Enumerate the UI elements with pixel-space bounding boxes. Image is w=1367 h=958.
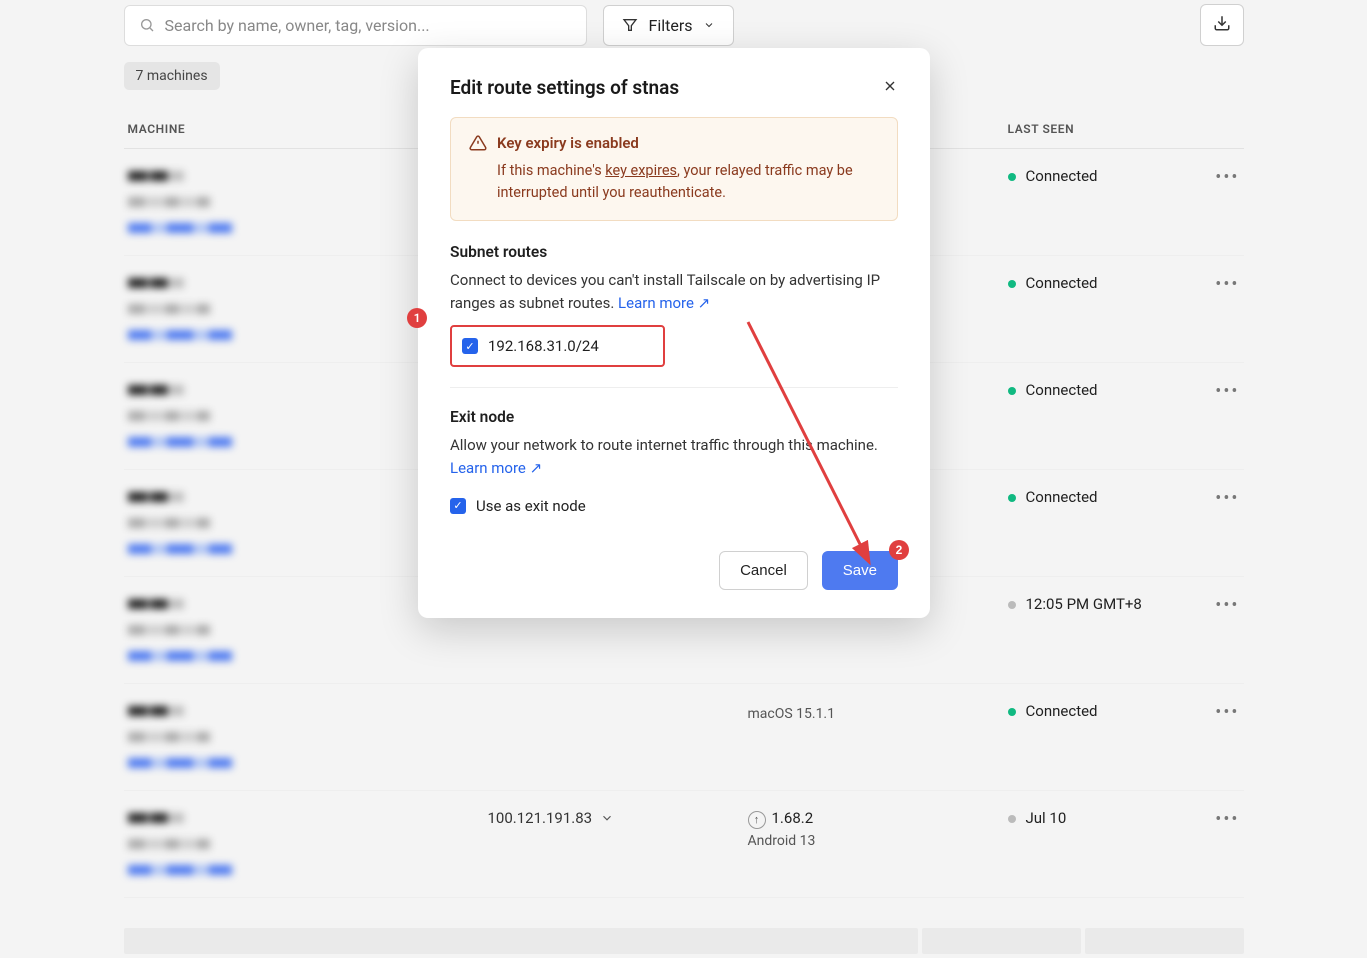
- status-text: Connected: [1026, 167, 1098, 185]
- row-actions-button[interactable]: •••: [1184, 684, 1244, 791]
- row-actions-button[interactable]: •••: [1184, 363, 1244, 470]
- chevron-down-icon: [703, 19, 715, 31]
- status-dot: [1008, 173, 1016, 181]
- subnet-route-checkbox[interactable]: ✓: [462, 338, 478, 354]
- status-dot: [1008, 494, 1016, 502]
- close-button[interactable]: [882, 78, 898, 98]
- status-text: 12:05 PM GMT+8: [1026, 595, 1142, 613]
- chevron-down-icon: [600, 811, 614, 825]
- version-sub: Android 13: [748, 833, 1000, 849]
- version-sub: macOS 15.1.1: [748, 706, 1000, 722]
- row-actions-button[interactable]: •••: [1184, 149, 1244, 256]
- table-row: 100.121.191.83 ↑1.68.2 Android 13 Jul 10 ••…: [124, 791, 1244, 898]
- warning-icon: [469, 134, 487, 152]
- exit-node-checkbox[interactable]: ✓: [450, 498, 466, 514]
- filters-label: Filters: [648, 16, 692, 35]
- filters-button[interactable]: Filters: [603, 5, 733, 46]
- version-cell: ↑1.68.2: [748, 809, 1000, 829]
- row-actions-button[interactable]: •••: [1184, 577, 1244, 684]
- search-input[interactable]: Search by name, owner, tag, version...: [124, 5, 588, 46]
- search-icon: [139, 17, 155, 33]
- machine-count-chip: 7 machines: [124, 62, 220, 90]
- row-actions-button[interactable]: •••: [1184, 470, 1244, 577]
- divider: [450, 387, 898, 388]
- cancel-button[interactable]: Cancel: [719, 551, 808, 590]
- save-button[interactable]: Save 2: [822, 551, 898, 590]
- search-placeholder: Search by name, owner, tag, version...: [165, 16, 430, 35]
- status-dot: [1008, 280, 1016, 288]
- status-dot: [1008, 387, 1016, 395]
- key-expires-link[interactable]: key expires: [605, 162, 677, 179]
- subnet-desc: Connect to devices you can't install Tai…: [450, 269, 898, 316]
- status-text: Connected: [1026, 488, 1098, 506]
- subnet-title: Subnet routes: [450, 243, 898, 261]
- edit-route-modal: Edit route settings of stnas Key expiry …: [418, 48, 930, 618]
- status-text: Connected: [1026, 274, 1098, 292]
- modal-title: Edit route settings of stnas: [450, 76, 679, 99]
- status-text: Connected: [1026, 381, 1098, 399]
- exit-node-label: Use as exit node: [476, 497, 586, 515]
- col-last-seen: LAST SEEN: [1004, 110, 1184, 149]
- status-dot: [1008, 601, 1016, 609]
- exit-learn-more-link[interactable]: Learn more ↗: [450, 459, 542, 477]
- warning-title: Key expiry is enabled: [497, 134, 639, 152]
- annotation-badge-1: 1: [407, 308, 427, 328]
- address-cell[interactable]: 100.121.191.83: [488, 809, 740, 827]
- download-icon: [1213, 14, 1231, 32]
- table-row: macOS 15.1.1 Connected •••: [124, 684, 1244, 791]
- close-icon: [882, 78, 898, 94]
- update-available-icon: ↑: [748, 811, 766, 829]
- exit-desc: Allow your network to route internet tra…: [450, 434, 898, 481]
- exit-title: Exit node: [450, 408, 898, 426]
- status-dot: [1008, 708, 1016, 716]
- download-button[interactable]: [1200, 4, 1244, 46]
- status-text: Jul 10: [1026, 809, 1067, 827]
- subnet-learn-more-link[interactable]: Learn more ↗: [618, 294, 710, 312]
- annotation-badge-2: 2: [889, 540, 909, 560]
- warning-body: If this machine's key expires, your rela…: [497, 160, 879, 204]
- row-actions-button[interactable]: •••: [1184, 791, 1244, 898]
- subnet-route-highlight: ✓ 192.168.31.0/24: [450, 325, 665, 367]
- warning-box: Key expiry is enabled If this machine's …: [450, 117, 898, 221]
- filter-icon: [622, 17, 638, 33]
- status-dot: [1008, 815, 1016, 823]
- row-actions-button[interactable]: •••: [1184, 256, 1244, 363]
- status-text: Connected: [1026, 702, 1098, 720]
- footer-bars: [124, 928, 1244, 954]
- subnet-route-label: 192.168.31.0/24: [488, 337, 599, 355]
